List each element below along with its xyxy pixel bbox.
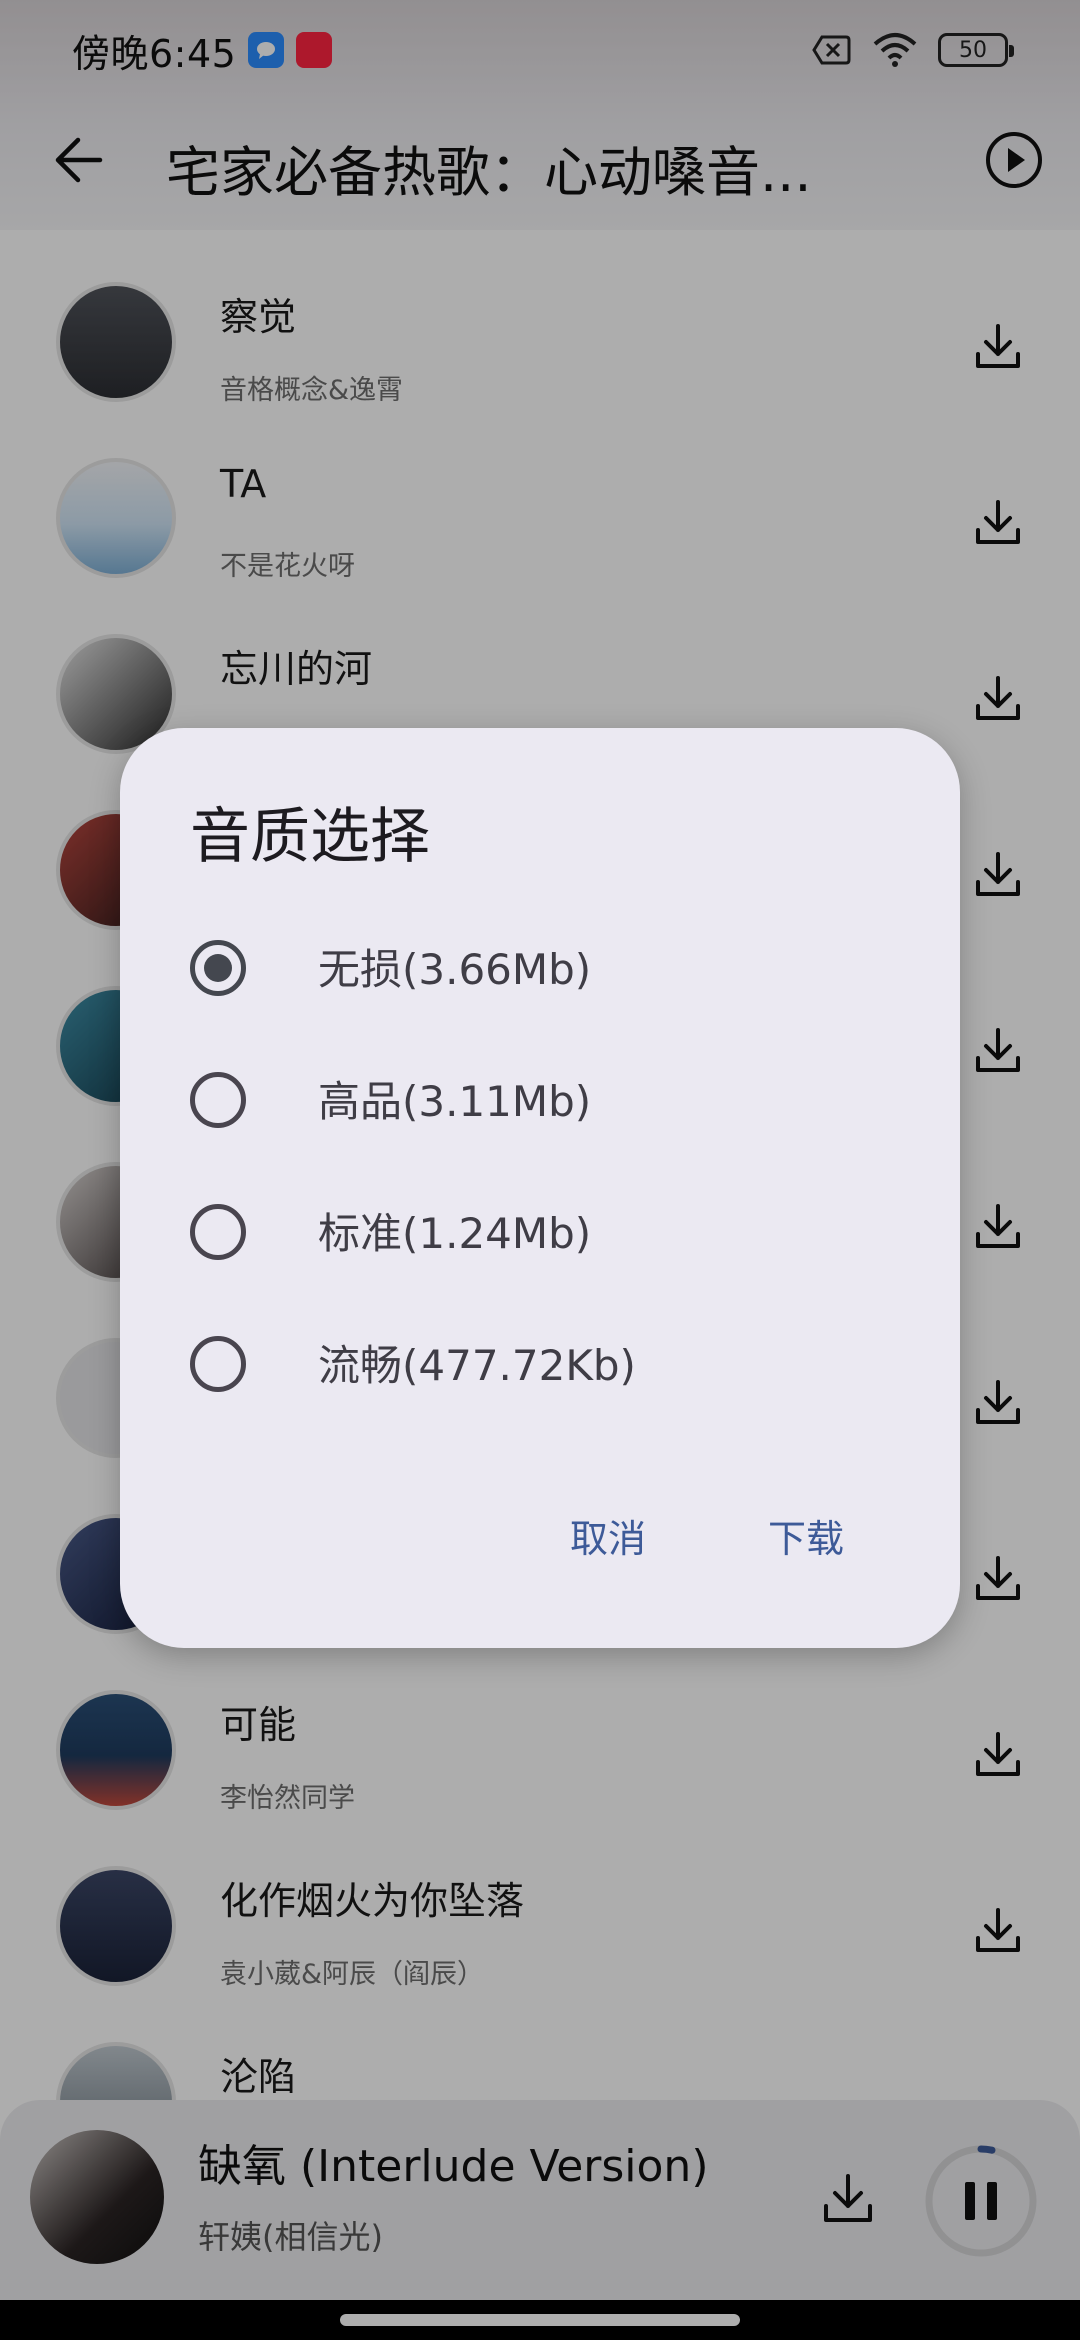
option-label: 高品(3.11Mb) xyxy=(318,1077,592,1126)
radio-button[interactable] xyxy=(190,1072,246,1128)
quality-option-high[interactable]: 高品(3.11Mb) xyxy=(190,1048,890,1148)
quality-option-standard[interactable]: 标准(1.24Mb) xyxy=(190,1180,890,1280)
radio-button[interactable] xyxy=(190,940,246,996)
quality-dialog: 音质选择 无损(3.66Mb) 高品(3.11Mb) 标准(1.24Mb) 流畅… xyxy=(120,728,960,1648)
radio-button[interactable] xyxy=(190,1336,246,1392)
quality-option-smooth[interactable]: 流畅(477.72Kb) xyxy=(190,1312,890,1412)
dialog-title: 音质选择 xyxy=(190,802,430,872)
radio-button[interactable] xyxy=(190,1204,246,1260)
cancel-button[interactable]: 取消 xyxy=(570,1508,646,1563)
download-button[interactable]: 下载 xyxy=(768,1508,844,1563)
radio-selected-dot xyxy=(204,954,232,982)
option-label: 无损(3.66Mb) xyxy=(318,945,592,994)
option-label: 标准(1.24Mb) xyxy=(318,1209,592,1258)
option-label: 流畅(477.72Kb) xyxy=(318,1341,636,1390)
quality-option-lossless[interactable]: 无损(3.66Mb) xyxy=(190,916,890,1016)
